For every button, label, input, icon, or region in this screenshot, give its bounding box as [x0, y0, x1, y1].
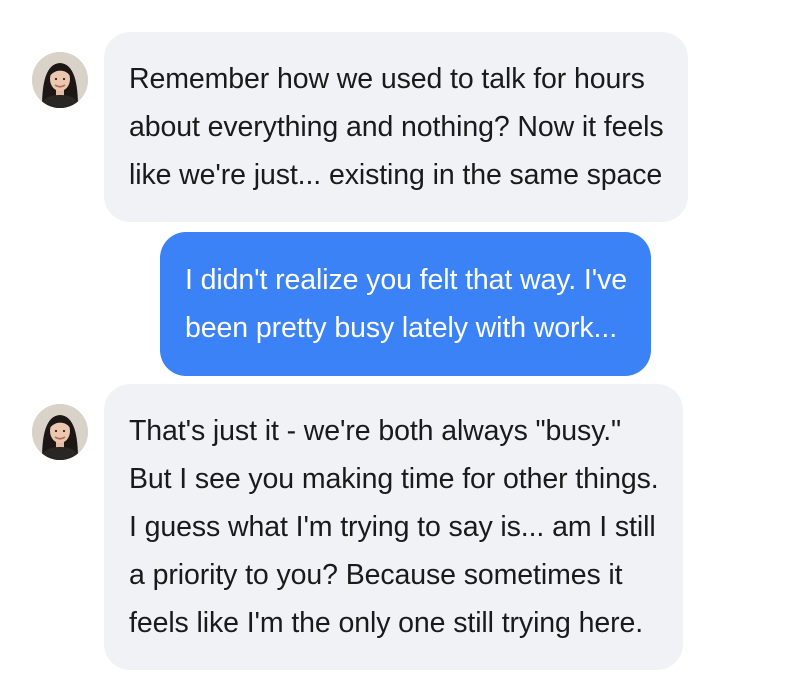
- avatar-photo-icon: [32, 404, 88, 460]
- message-text-line: I guess what I'm trying to say is... am …: [129, 511, 656, 543]
- message-text-line: But I see you making time for other thin…: [129, 463, 659, 495]
- message-text-line: I didn't realize you felt that way. I've: [185, 264, 627, 296]
- message-text-line: been pretty busy lately with work...: [185, 312, 618, 344]
- message-text-line: like we're just... existing in the same …: [129, 159, 663, 191]
- contact-avatar[interactable]: [32, 404, 88, 460]
- message-text-line: feels like I'm the only one still trying…: [129, 607, 644, 639]
- message-bubble-outgoing[interactable]: I didn't realize you felt that way. I've…: [160, 232, 651, 376]
- message-text-line: a priority to you? Because sometimes it: [129, 559, 623, 591]
- message-text-line: about everything and nothing? Now it fee…: [129, 111, 664, 143]
- message-text-line: Remember how we used to talk for hours: [129, 63, 645, 95]
- message-text-line: That's just it - we're both always "busy…: [129, 415, 622, 447]
- message-bubble-incoming[interactable]: Remember how we used to talk for hours a…: [104, 32, 688, 222]
- contact-avatar[interactable]: [32, 52, 88, 108]
- chat-thread: Remember how we used to talk for hours a…: [0, 0, 808, 688]
- avatar-photo-icon: [32, 52, 88, 108]
- message-bubble-incoming[interactable]: That's just it - we're both always "busy…: [104, 384, 683, 670]
